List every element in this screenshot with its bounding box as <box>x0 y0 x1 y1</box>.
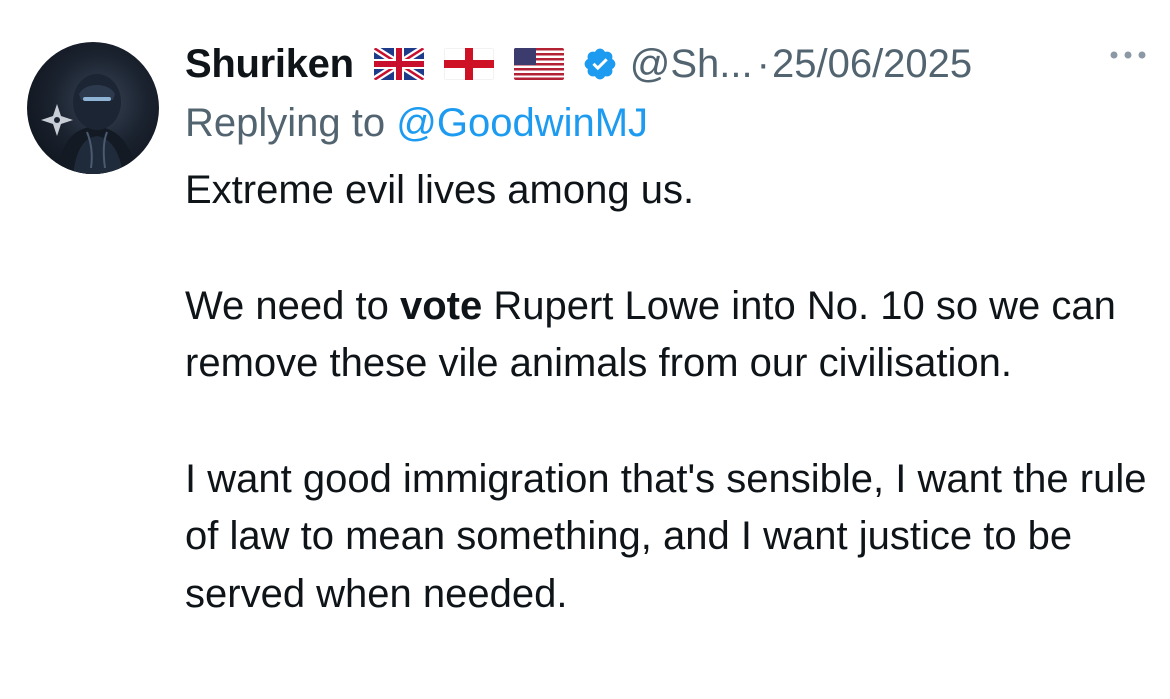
tweet-header: Shuriken @Sh... · 25/06/2025 <box>185 34 1150 94</box>
uk-flag-icon <box>373 48 424 80</box>
tweet-paragraph-1: Extreme evil lives among us. <box>185 168 695 212</box>
reply-mention-link[interactable]: @GoodwinMJ <box>396 101 648 145</box>
timestamp[interactable]: 25/06/2025 <box>772 42 972 87</box>
reply-context: Replying to @GoodwinMJ <box>185 94 1150 152</box>
separator: · <box>756 41 770 86</box>
verified-badge-icon[interactable] <box>582 46 618 82</box>
reply-prefix: Replying to <box>185 101 397 145</box>
avatar[interactable] <box>27 42 159 174</box>
tweet-paragraph-2: We need to vote Rupert Lowe into No. 10 … <box>185 278 1150 393</box>
tweet-text: Extreme evil lives among us. We need to … <box>185 162 1150 623</box>
paragraph-2-bold: vote <box>399 283 483 328</box>
us-flag-icon <box>513 48 564 80</box>
tweet-paragraph-3: I want good immigration that's sensible,… <box>185 456 1147 616</box>
paragraph-2-start: We need to <box>185 283 400 328</box>
tweet-content: Shuriken @Sh... · 25/06/2025 Replying to… <box>185 34 1150 623</box>
more-options-icon[interactable] <box>1108 48 1148 67</box>
avatar-ninja-icon <box>41 74 137 174</box>
tweet[interactable]: Shuriken @Sh... · 25/06/2025 Replying to… <box>0 0 1170 699</box>
england-flag-icon <box>443 48 494 80</box>
handle[interactable]: @Sh... <box>630 42 753 87</box>
display-name[interactable]: Shuriken <box>185 42 354 87</box>
